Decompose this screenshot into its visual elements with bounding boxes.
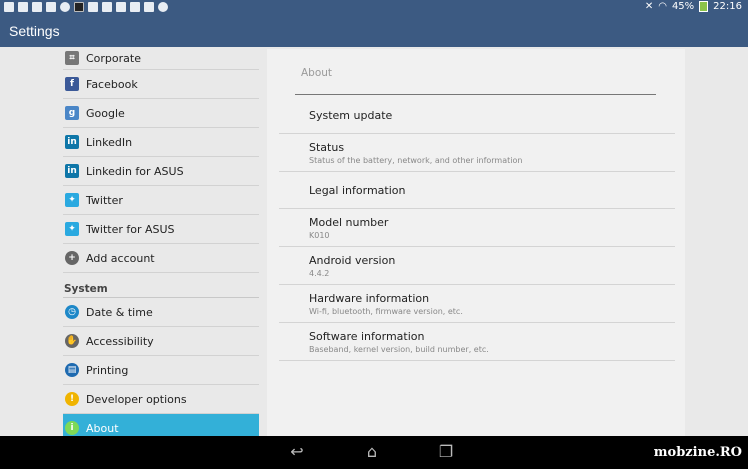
sidebar-item-linkedin[interactable]: in LinkedIn (63, 128, 259, 157)
about-item-title: Android version (309, 253, 396, 267)
twitter-icon: ✦ (65, 222, 79, 236)
about-item-status[interactable]: Status Status of the battery, network, an… (279, 134, 675, 172)
header-divider (295, 94, 656, 95)
notification-icon (116, 2, 126, 12)
info-icon: i (65, 421, 79, 435)
back-button[interactable]: ↩ (288, 443, 306, 461)
notification-icons (4, 2, 168, 12)
sidebar-item-linkedin-for-asus[interactable]: in Linkedin for ASUS (63, 157, 259, 186)
sidebar-item-facebook[interactable]: f Facebook (63, 70, 259, 99)
notification-icon (88, 2, 98, 12)
notification-icon (130, 2, 140, 12)
sidebar-item-printing[interactable]: ▤ Printing (63, 356, 259, 385)
about-panel: About System update Status Status of the b… (267, 49, 685, 436)
chat-icon (158, 2, 168, 12)
about-item-system-update[interactable]: System update (279, 97, 675, 134)
clock-icon: ◷ (65, 305, 79, 319)
sidebar-item-developer-options[interactable]: ! Developer options (63, 385, 259, 414)
sidebar-item-twitter-for-asus[interactable]: ✦ Twitter for ASUS (63, 215, 259, 244)
app-title: Settings (9, 23, 60, 39)
sidebar-item-label: Linkedin for ASUS (86, 164, 184, 178)
wifi-icon: ◠ (658, 1, 667, 12)
notification-icon (144, 2, 154, 12)
linkedin-notification-icon (46, 2, 56, 12)
linkedin-icon: in (65, 135, 79, 149)
twitter-icon: ✦ (65, 193, 79, 207)
status-right: ✕ ◠ 45% 22:16 (645, 1, 742, 12)
about-item-software-information[interactable]: Software information Baseband, kernel ver… (279, 323, 675, 361)
section-header-system: System (63, 273, 259, 298)
about-item-title: Hardware information (309, 291, 430, 305)
sidebar-item-label: Developer options (86, 392, 187, 406)
about-item-android-version[interactable]: Android version 4.4.2 (279, 247, 675, 285)
add-icon: + (65, 251, 79, 265)
about-item-subtitle: Wi-fi, bluetooth, firmware version, etc. (309, 306, 463, 316)
action-bar: Settings (0, 16, 748, 47)
sidebar-item-date-time[interactable]: ◷ Date & time (63, 298, 259, 327)
about-header: About (301, 67, 333, 79)
google-icon: g (65, 106, 79, 120)
sidebar-item-label: Corporate (86, 52, 141, 65)
about-item-legal-information[interactable]: Legal information (279, 172, 675, 209)
facebook-icon: f (65, 77, 79, 91)
mute-icon: ✕ (644, 1, 654, 12)
watermark: mobzine.RO (653, 445, 742, 460)
about-item-title: Status (309, 140, 345, 154)
notification-icon (60, 2, 70, 12)
corporate-icon: ⌗ (65, 51, 79, 65)
battery-icon (699, 1, 709, 12)
sidebar-item-corporate[interactable]: ⌗ Corporate (63, 47, 259, 70)
clock-text: 22:16 (713, 1, 742, 12)
developer-icon: ! (65, 392, 79, 406)
sidebar-item-about[interactable]: i About (63, 414, 259, 436)
sidebar-item-label: Date & time (86, 305, 153, 319)
notification-icon (74, 2, 84, 12)
sidebar-item-label: Accessibility (86, 334, 154, 348)
sidebar-item-label: Google (86, 106, 125, 120)
about-item-subtitle: 4.4.2 (309, 268, 330, 278)
notification-icon (4, 2, 14, 12)
notification-icon (102, 2, 112, 12)
about-item-title: System update (309, 108, 393, 122)
about-item-subtitle: Status of the battery, network, and othe… (309, 155, 523, 165)
recents-button[interactable]: ❐ (437, 443, 455, 461)
sidebar-item-label: Add account (86, 251, 155, 265)
notification-icon (18, 2, 28, 12)
about-item-subtitle: K010 (309, 230, 330, 240)
settings-sidebar: ⌗ Corporate f Facebook g Google in LinkedIn in Li… (63, 47, 259, 436)
about-item-hardware-information[interactable]: Hardware information Wi-fi, bluetooth, fi… (279, 285, 675, 323)
settings-content: ⌗ Corporate f Facebook g Google in LinkedIn in Li… (0, 47, 748, 436)
sidebar-item-accessibility[interactable]: ✋ Accessibility (63, 327, 259, 356)
about-item-title: Legal information (309, 183, 406, 197)
about-item-model-number[interactable]: Model number K010 (279, 209, 675, 247)
navigation-bar: ↩ ⌂ ❐ mobzine.RO (0, 436, 748, 469)
about-item-subtitle: Baseband, kernel version, build number, … (309, 344, 489, 354)
sidebar-item-label: Twitter (86, 193, 123, 207)
sidebar-item-label: Twitter for ASUS (86, 222, 175, 236)
sidebar-item-google[interactable]: g Google (63, 99, 259, 128)
about-item-title: Software information (309, 329, 425, 343)
sidebar-item-label: Facebook (86, 77, 138, 91)
sidebar-item-twitter[interactable]: ✦ Twitter (63, 186, 259, 215)
battery-percent: 45% (671, 1, 695, 12)
about-item-title: Model number (309, 215, 389, 229)
about-list: System update Status Status of the battery… (279, 97, 675, 361)
sidebar-item-label: About (86, 421, 119, 435)
accessibility-icon: ✋ (65, 334, 79, 348)
sidebar-item-add-account[interactable]: + Add account (63, 244, 259, 273)
notification-icon (32, 2, 42, 12)
status-bar: ✕ ◠ 45% 22:16 (0, 0, 748, 16)
home-button[interactable]: ⌂ (363, 443, 381, 461)
sidebar-item-label: Printing (86, 363, 129, 377)
printer-icon: ▤ (65, 363, 79, 377)
linkedin-icon: in (65, 164, 79, 178)
sidebar-item-label: LinkedIn (86, 135, 133, 149)
